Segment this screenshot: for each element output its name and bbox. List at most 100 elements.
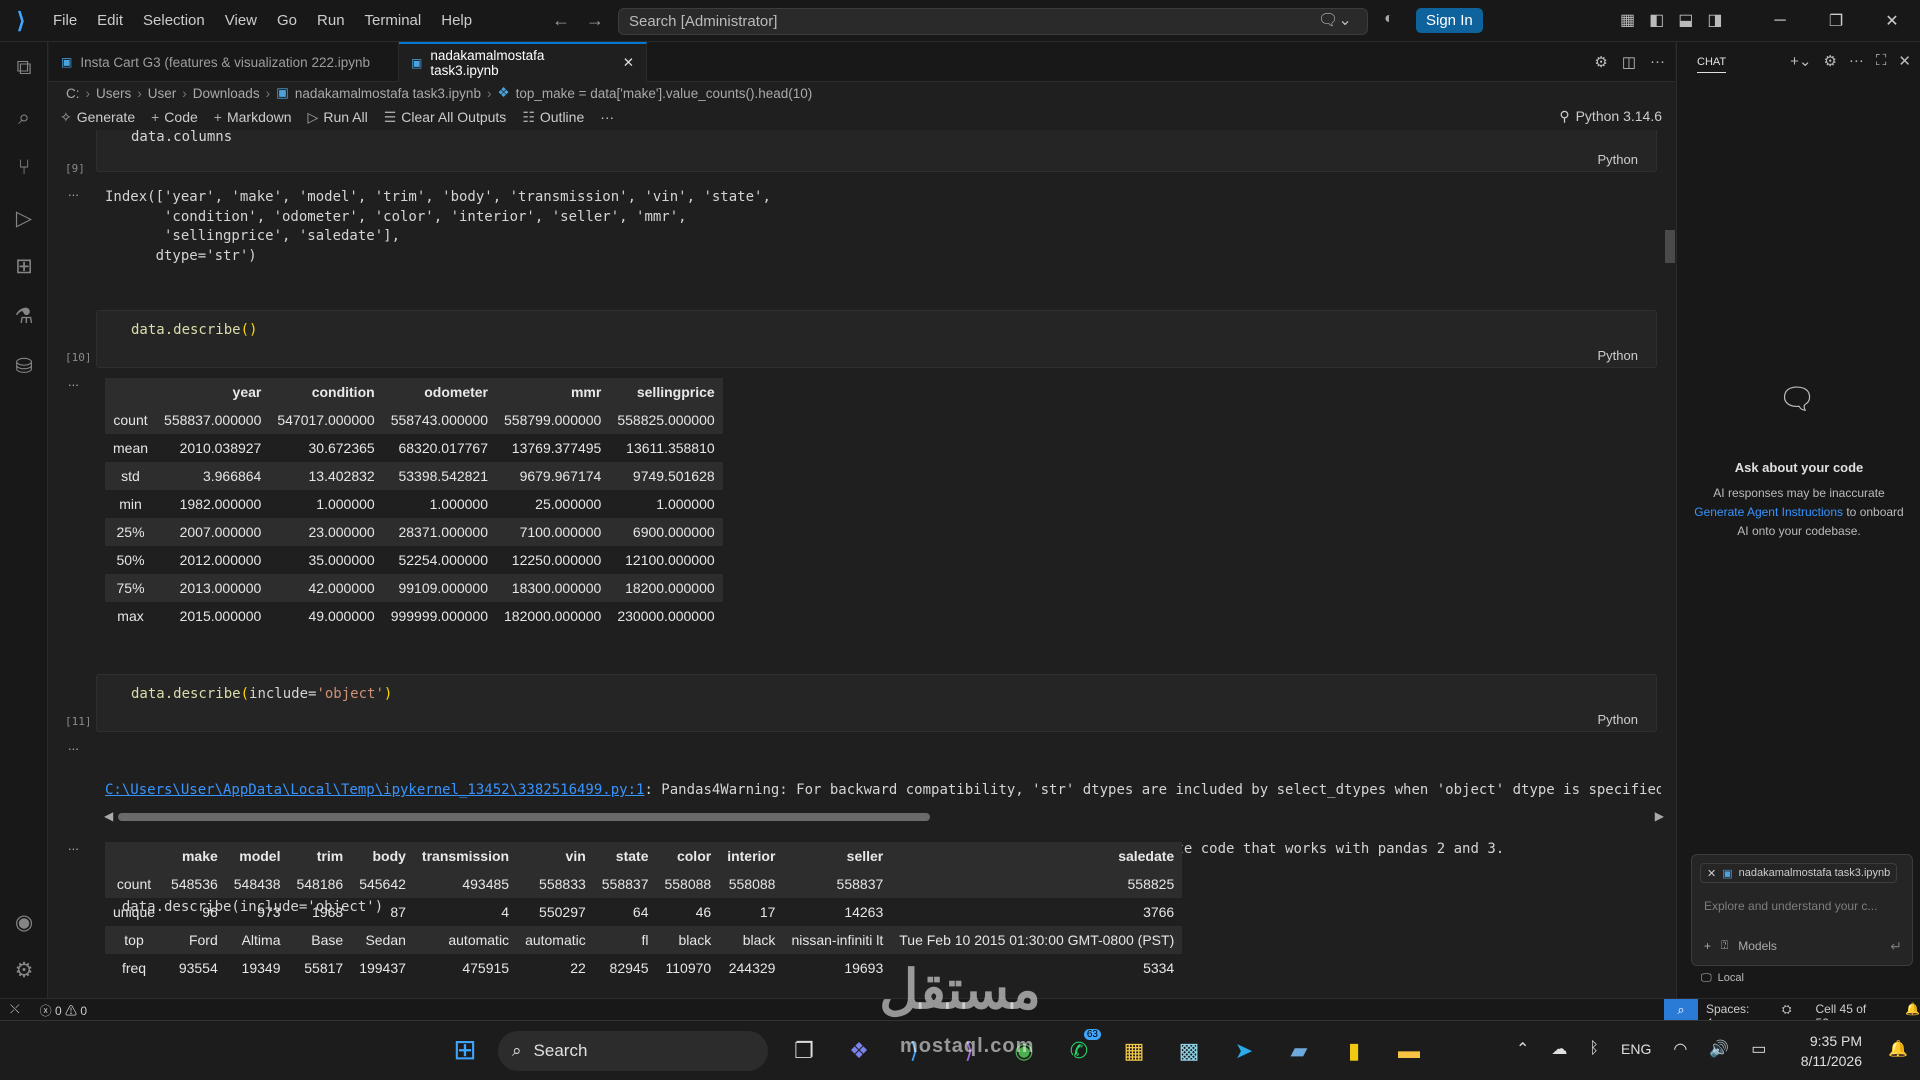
close-chat-icon[interactable]: ✕ (1898, 52, 1911, 70)
python-icon[interactable]: ⛁ (0, 346, 48, 386)
breadcrumb-item[interactable]: C: (66, 86, 80, 101)
more-toolbar-button[interactable]: ··· (600, 109, 614, 125)
code-cell[interactable]: data.columns Python (96, 130, 1657, 172)
menu-help[interactable]: Help (432, 8, 481, 33)
zoom-icon[interactable]: ⌕ (1664, 999, 1698, 1021)
code-cell[interactable]: data.describe(include='object') Python (96, 674, 1657, 732)
split-editor-icon[interactable]: ◫ (1622, 53, 1636, 71)
problems-status[interactable]: ⓧ 0 ⚠ 0 (40, 1002, 87, 1019)
app-grid-icon[interactable]: ▩ (1171, 1031, 1207, 1071)
chevron-up-icon[interactable]: ⌃ (1516, 1039, 1529, 1059)
remote-icon[interactable]: ⤬ (10, 1002, 20, 1019)
menu-run[interactable]: Run (308, 8, 354, 33)
add-context-icon[interactable]: + (1704, 939, 1711, 953)
minimize-icon[interactable]: ─ (1752, 0, 1808, 42)
toggle-secondary-sidebar-icon[interactable]: ◨ (1707, 10, 1722, 30)
customize-layout-icon[interactable]: ▦ (1620, 10, 1635, 30)
generate-instructions-link[interactable]: Generate Agent Instructions (1694, 505, 1843, 519)
input-language[interactable]: ENG (1621, 1041, 1651, 1057)
store-icon[interactable]: ▦ (1116, 1031, 1152, 1071)
code-cell[interactable]: data.describe() Python (96, 310, 1657, 368)
chat-session-location[interactable]: 🖵 Local (1701, 972, 1744, 985)
cell-language[interactable]: Python (1598, 152, 1638, 167)
volume-icon[interactable]: 🔊 (1709, 1039, 1729, 1059)
explorer-icon[interactable]: ⧉ (0, 48, 48, 88)
back-arrow-icon[interactable]: ← (552, 10, 570, 31)
cell-code[interactable]: data.describe() (131, 322, 257, 338)
cell-language[interactable]: Python (1598, 348, 1638, 363)
menu-terminal[interactable]: Terminal (356, 8, 431, 33)
tab-nadakamalmostafa[interactable]: ▣ nadakamalmostafa task3.ipynb ✕ (399, 42, 647, 82)
scroll-right-icon[interactable]: ▶ (1655, 809, 1664, 823)
chat-more-icon[interactable]: ··· (1849, 52, 1864, 70)
close-tab-icon[interactable]: ✕ (623, 55, 634, 71)
add-code-button[interactable]: + Code (151, 109, 198, 125)
clear-outputs-button[interactable]: ☰ Clear All Outputs (384, 109, 507, 126)
account-icon[interactable]: ◉ (0, 902, 48, 942)
wifi-icon[interactable]: ◠ (1673, 1039, 1687, 1059)
onedrive-icon[interactable]: ☁ (1551, 1039, 1567, 1059)
sign-in-button[interactable]: Sign In (1416, 8, 1483, 33)
scrollbar-thumb[interactable] (118, 813, 930, 821)
toggle-sidebar-icon[interactable]: ◧ (1649, 10, 1664, 30)
breadcrumb-item[interactable]: User (148, 86, 177, 101)
more-actions-icon[interactable]: ··· (1650, 53, 1665, 71)
run-all-button[interactable]: ▷ Run All (308, 109, 368, 126)
battery-icon[interactable]: ▭ (1751, 1039, 1766, 1059)
warning-file-link[interactable]: C:\Users\User\AppData\Local\Temp\ipykern… (105, 782, 644, 798)
models-picker[interactable]: Models (1738, 939, 1777, 953)
breadcrumb-item[interactable]: top_make = data['make'].value_counts().h… (516, 86, 813, 101)
run-debug-icon[interactable]: ▷ (0, 198, 48, 238)
forward-arrow-icon[interactable]: → (586, 10, 604, 31)
scroll-left-icon[interactable]: ◀ (104, 809, 113, 823)
breadcrumb-item[interactable]: Downloads (193, 86, 260, 101)
search-icon[interactable]: ⌕ (0, 98, 48, 138)
send-icon[interactable]: ↵ (1890, 938, 1902, 955)
windows-start-icon[interactable]: ⊞ (450, 1035, 480, 1065)
cell-code[interactable]: data.describe(include='object') (131, 686, 392, 702)
outline-button[interactable]: ☷ Outline (522, 109, 584, 126)
bluetooth-icon[interactable]: ᛒ (1589, 1040, 1599, 1058)
editor-app-icon[interactable]: ▰ (1281, 1031, 1317, 1071)
remove-context-icon[interactable]: ✕ (1707, 867, 1716, 880)
chat-input-placeholder[interactable]: Explore and understand your c... (1704, 899, 1877, 913)
editor-scrollbar-thumb[interactable] (1665, 230, 1675, 263)
maximize-icon[interactable]: ⛶ (1876, 52, 1887, 70)
restore-icon[interactable]: ❐ (1808, 0, 1864, 42)
notebook-settings-icon[interactable]: ⚙ (1594, 53, 1607, 71)
chat-context-chip[interactable]: ✕ ▣ nadakamalmostafa task3.ipynb (1700, 863, 1898, 883)
menu-selection[interactable]: Selection (134, 8, 214, 33)
menu-file[interactable]: File (44, 8, 86, 33)
chat-title[interactable]: CHAT (1697, 56, 1727, 73)
output-actions[interactable]: ... (68, 838, 79, 853)
generate-button[interactable]: ✧ Generate (60, 109, 135, 126)
add-markdown-button[interactable]: + Markdown (214, 109, 292, 125)
close-window-icon[interactable]: ✕ (1864, 0, 1920, 42)
accounts-icon[interactable]: ◐ (1384, 10, 1394, 28)
cell-language[interactable]: Python (1598, 712, 1638, 727)
toggle-panel-icon[interactable]: ⬓ (1678, 10, 1693, 30)
gear-icon[interactable]: ⚙ (0, 950, 48, 990)
testing-icon[interactable]: ⚗ (0, 296, 48, 336)
notification-bell-icon[interactable]: 🔔 (1888, 1039, 1908, 1059)
teams-icon[interactable]: ❖ (841, 1031, 877, 1071)
output-actions[interactable]: ... (68, 184, 79, 199)
copilot-icon[interactable]: 🗨⌄ (1318, 10, 1352, 30)
file-explorer-icon[interactable]: ▬ (1391, 1031, 1427, 1071)
task-view-icon[interactable]: ❐ (786, 1031, 822, 1071)
kernel-picker[interactable]: ⚲ Python 3.14.6 (1559, 108, 1662, 125)
taskbar-clock[interactable]: 9:35 PM 8/11/2026 (1794, 1031, 1862, 1071)
chat-input-box[interactable]: ✕ ▣ nadakamalmostafa task3.ipynb Explore… (1691, 854, 1913, 966)
whatsapp-icon[interactable]: ✆ 63 (1061, 1029, 1101, 1071)
telegram-icon[interactable]: ➤ (1226, 1031, 1262, 1071)
new-chat-icon[interactable]: +⌄ (1790, 52, 1811, 70)
cell-code[interactable]: data.columns (131, 130, 232, 145)
menu-view[interactable]: View (216, 8, 266, 33)
menu-edit[interactable]: Edit (88, 8, 132, 33)
breadcrumb-item[interactable]: nadakamalmostafa task3.ipynb (295, 86, 481, 101)
menu-go[interactable]: Go (268, 8, 306, 33)
command-center-search[interactable]: Search [Administrator] (618, 8, 1368, 35)
breadcrumb-item[interactable]: Users (96, 86, 131, 101)
output-actions[interactable]: ... (68, 738, 79, 753)
power-bi-icon[interactable]: ▮ (1336, 1031, 1372, 1071)
